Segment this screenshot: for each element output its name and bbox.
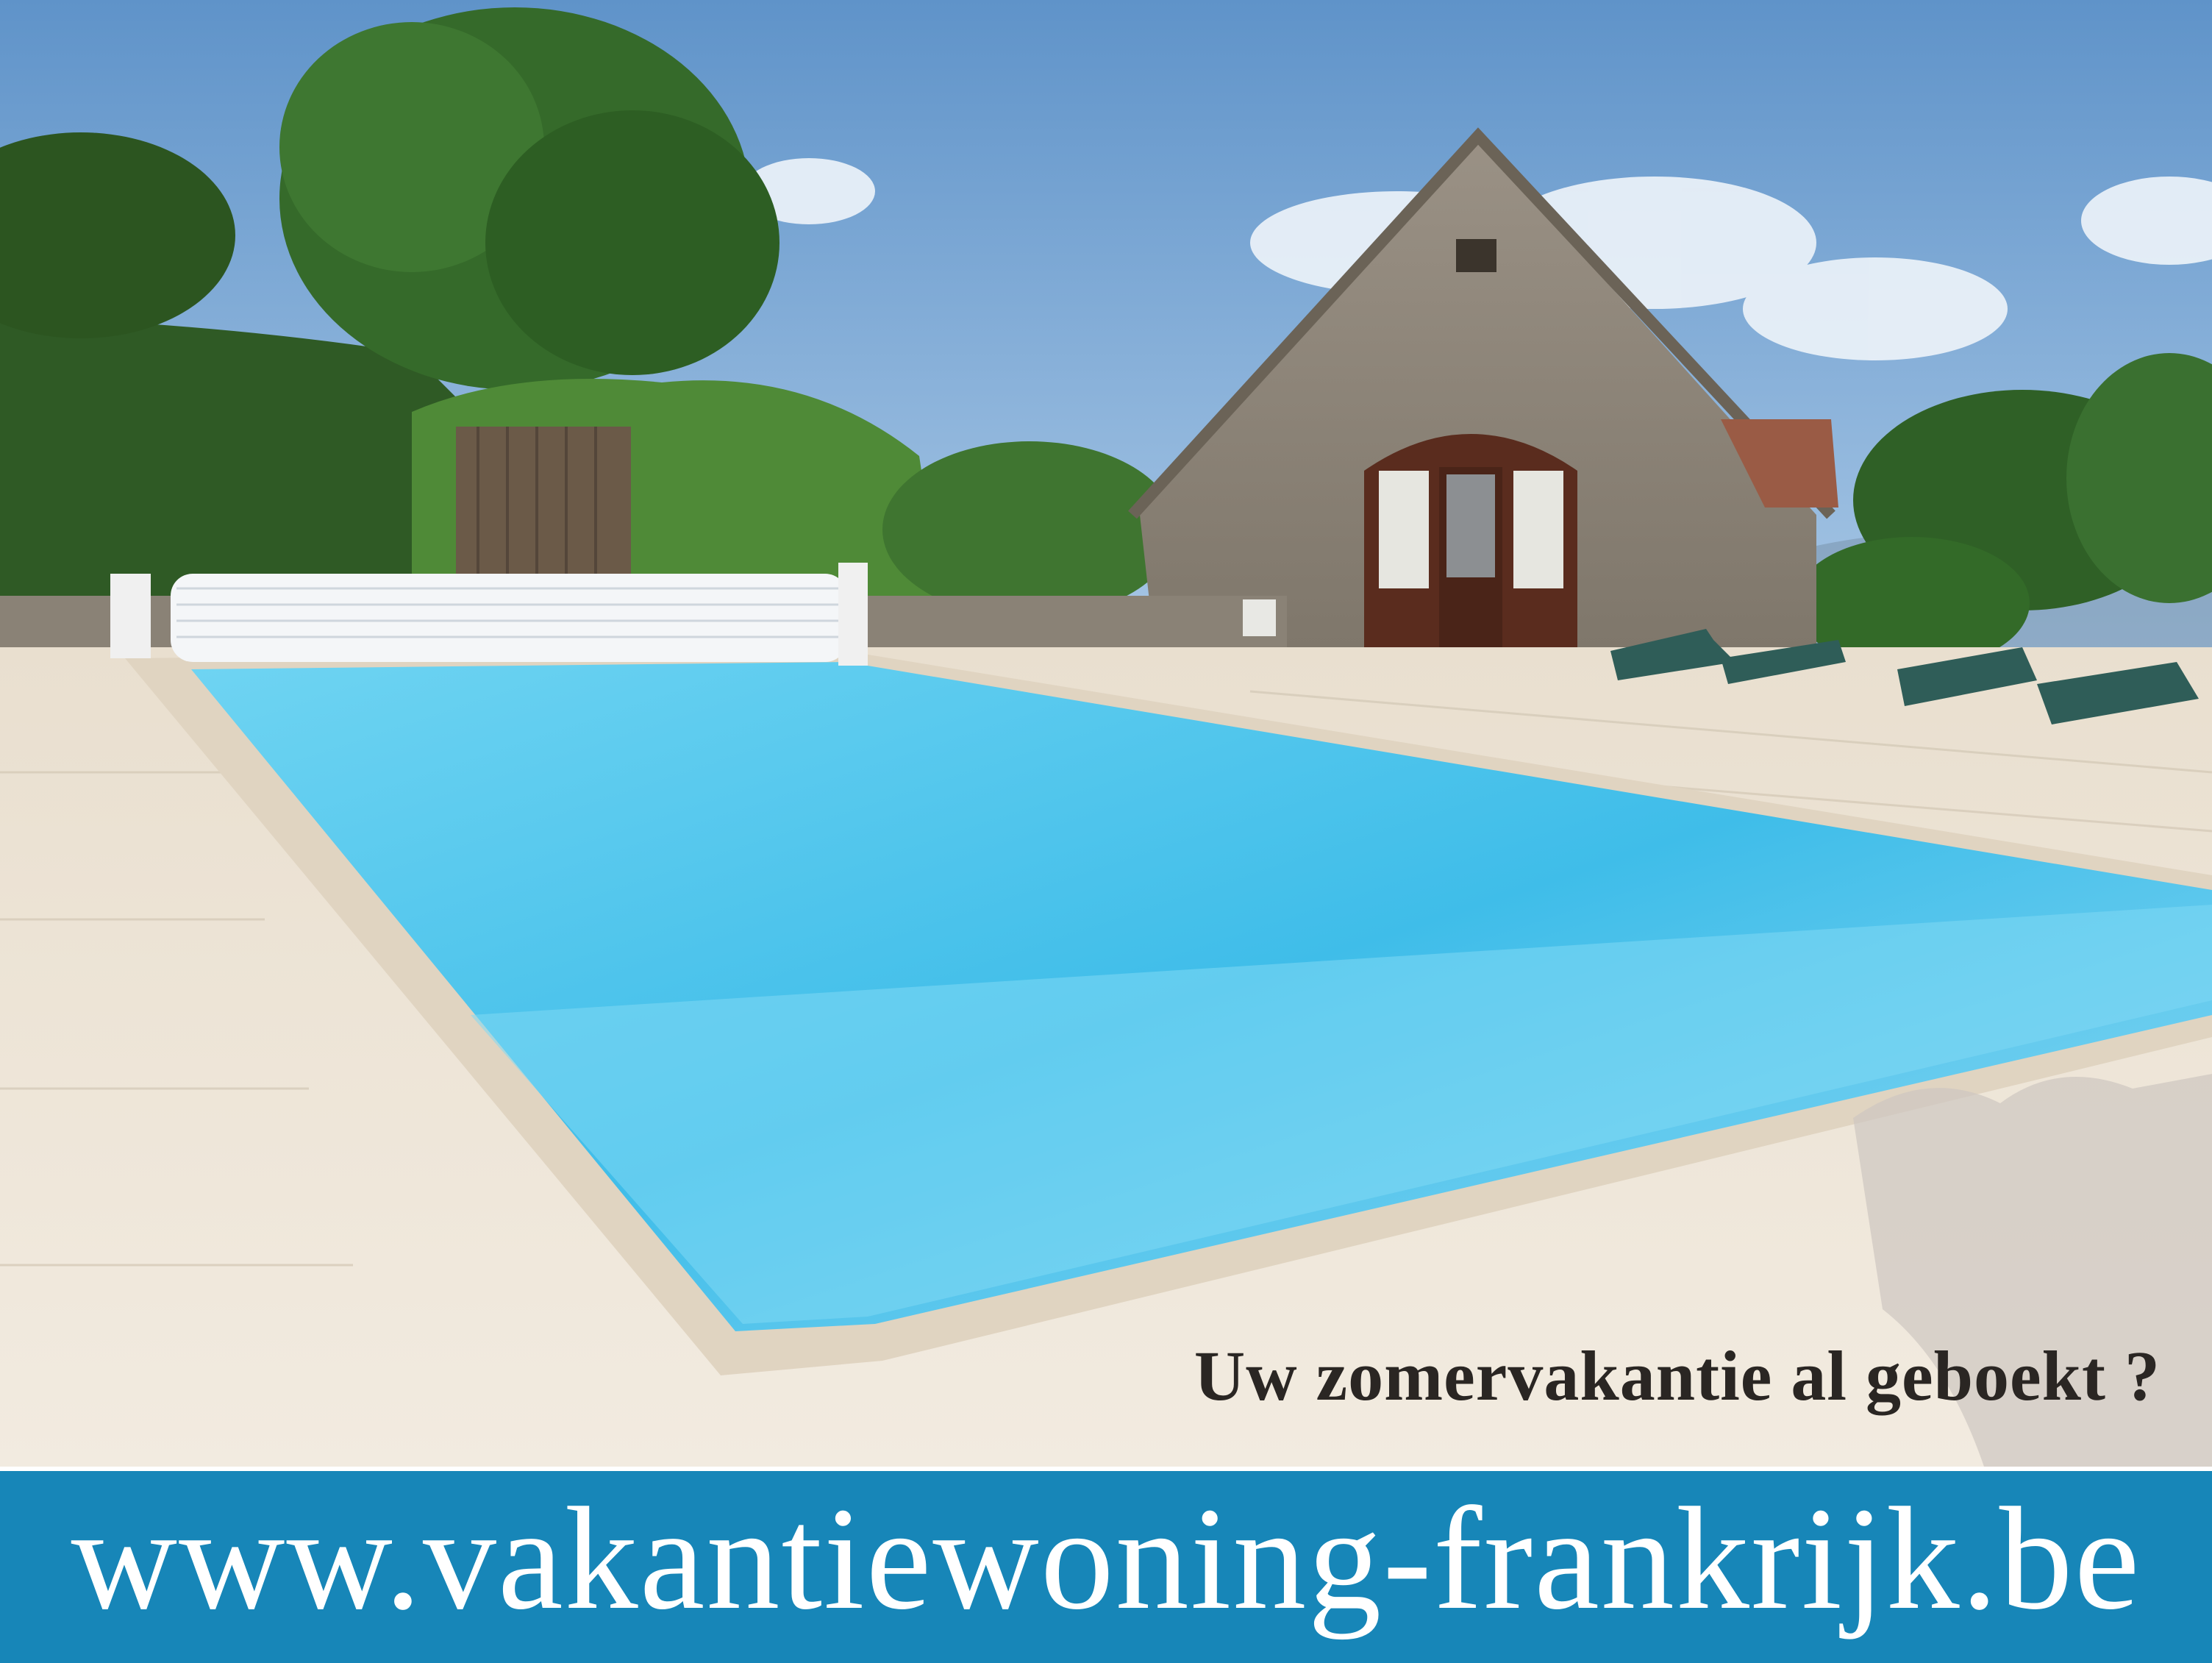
wooden-screen	[456, 427, 631, 588]
pool-photo	[0, 0, 2212, 1471]
website-url: www.vakantiewoning-frankrijk.be	[71, 1478, 2141, 1640]
pool-cover-roller	[110, 563, 868, 666]
tagline-text: Uw zomervakantie al geboekt ?	[1194, 1336, 2161, 1415]
tree-middle	[882, 441, 1177, 618]
garden-chair	[1243, 599, 1276, 636]
advertisement: Uw zomervakantie al geboekt ? www.vakant…	[0, 0, 2212, 1663]
